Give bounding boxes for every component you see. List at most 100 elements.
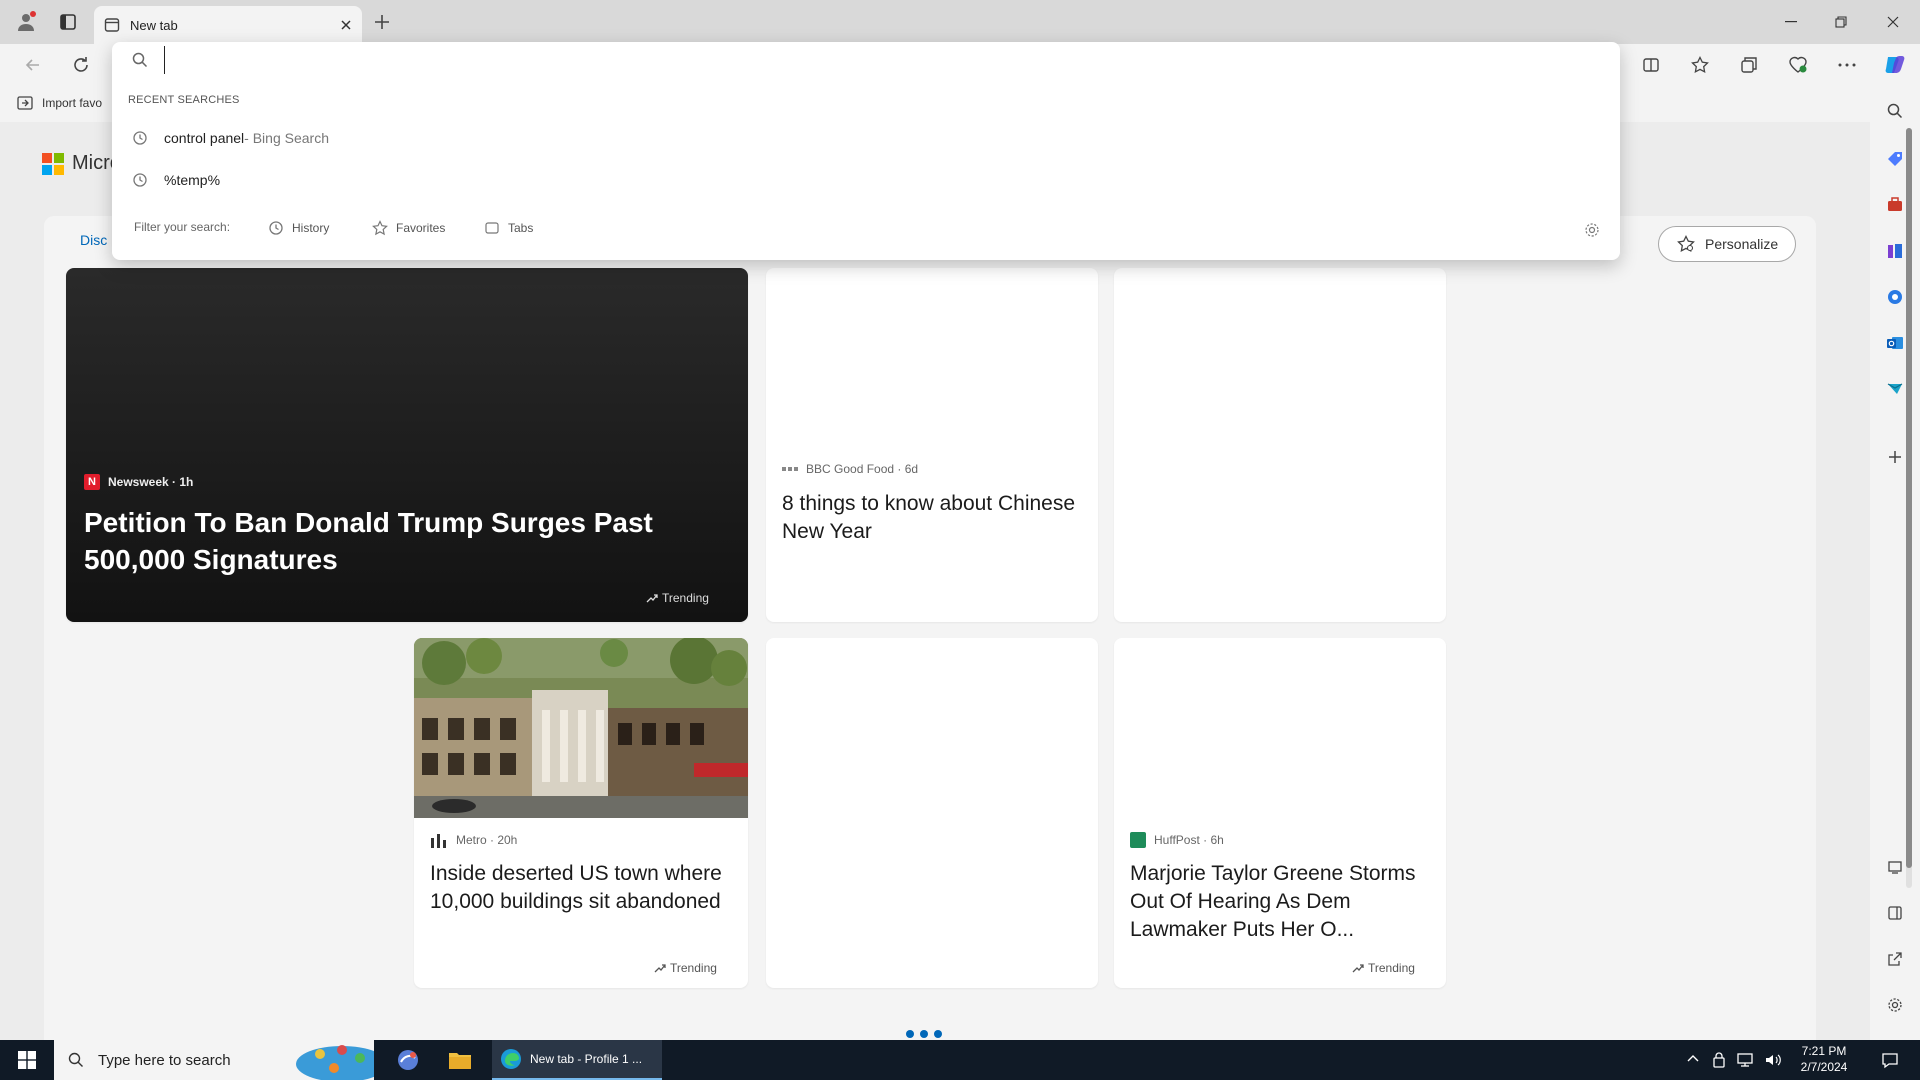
news-card-huffpost[interactable]: HuffPost · 6h Marjorie Taylor Greene Sto… — [1114, 638, 1446, 988]
recent-search-item[interactable]: %temp% — [112, 160, 1620, 200]
trending-badge: Trending — [654, 961, 717, 975]
file-explorer-icon[interactable] — [438, 1040, 482, 1080]
card-headline[interactable]: Inside deserted US town where 10,000 bui… — [430, 860, 730, 916]
collections-button[interactable] — [1734, 50, 1764, 80]
news-card-featured[interactable]: N Newsweek · 1h Petition To Ban Donald T… — [66, 268, 748, 622]
trending-badge: Trending — [646, 591, 709, 605]
tab-title: New tab — [130, 17, 178, 33]
browser-essentials-button[interactable] — [1783, 50, 1813, 80]
news-card-placeholder — [766, 638, 1098, 988]
filter-favorites[interactable]: Favorites — [372, 220, 445, 236]
start-button[interactable] — [0, 1040, 54, 1080]
taskbar-search-placeholder: Type here to search — [98, 1051, 231, 1069]
trending-icon — [654, 963, 666, 973]
loading-dots — [906, 1030, 942, 1038]
personalize-label: Personalize — [1705, 236, 1779, 252]
refresh-button[interactable] — [66, 50, 96, 80]
personalize-button[interactable]: Personalize — [1658, 226, 1796, 262]
card-headline[interactable]: Marjorie Taylor Greene Storms Out Of Hea… — [1130, 860, 1430, 944]
notifications-icon[interactable] — [1870, 1040, 1910, 1080]
card-headline[interactable]: Petition To Ban Donald Trump Surges Past… — [84, 504, 714, 578]
minimize-button[interactable] — [1768, 0, 1814, 44]
news-card-bbc[interactable]: BBC Good Food · 6d 8 things to know abou… — [766, 268, 1098, 622]
address-input[interactable] — [164, 46, 1564, 74]
search-icon — [132, 52, 148, 68]
scrollbar-thumb[interactable] — [1906, 128, 1912, 868]
history-icon — [268, 220, 284, 236]
recent-searches-header: RECENT SEARCHES — [128, 94, 240, 106]
huffpost-logo-icon — [1130, 832, 1146, 848]
add-sidebar-app-icon[interactable] — [1882, 444, 1908, 470]
microsoft-365-icon[interactable] — [1882, 284, 1908, 310]
card-source: HuffPost · 6h — [1130, 832, 1224, 848]
tab-new-tab[interactable]: New tab — [94, 6, 362, 44]
history-icon — [132, 130, 148, 146]
new-tab-button[interactable] — [368, 8, 396, 36]
star-icon — [372, 220, 388, 236]
favorites-button[interactable] — [1685, 50, 1715, 80]
external-link-icon[interactable] — [1882, 946, 1908, 972]
search-highlight-image — [290, 1040, 374, 1080]
chevron-up-icon[interactable] — [1686, 1052, 1700, 1066]
filter-history[interactable]: History — [268, 220, 329, 236]
screenshot-icon[interactable] — [1882, 854, 1908, 880]
clock-time: 7:21 PM — [1801, 1044, 1847, 1058]
news-card-metro[interactable]: Metro · 20h Inside deserted US town wher… — [414, 638, 748, 988]
card-image — [414, 638, 748, 818]
profile-icon[interactable] — [12, 8, 40, 36]
tab-discover[interactable]: Disc — [80, 232, 107, 248]
taskbar-search-box[interactable]: Type here to search — [54, 1040, 374, 1080]
recent-search-suffix: - Bing Search — [244, 130, 329, 146]
feed-panel: Disc Personalize N Newsweek · 1h Petitio… — [44, 216, 1816, 1040]
trending-badge: Trending — [1352, 961, 1415, 975]
filter-label: Filter your search: — [134, 220, 231, 234]
more-options-button[interactable] — [1832, 50, 1862, 80]
import-favorites-button[interactable]: Import favo — [16, 94, 102, 112]
split-screen-button[interactable] — [1636, 50, 1666, 80]
volume-icon[interactable] — [1764, 1052, 1782, 1068]
card-source: N Newsweek · 1h — [84, 474, 193, 490]
trending-icon — [646, 593, 658, 603]
outlook-icon[interactable] — [1882, 330, 1908, 356]
back-button[interactable] — [18, 50, 48, 80]
shopping-tag-icon[interactable] — [1882, 146, 1908, 172]
settings-gear-icon[interactable] — [1882, 992, 1908, 1018]
history-icon — [132, 172, 148, 188]
card-source: Metro · 20h — [430, 832, 517, 848]
clock-date: 2/7/2024 — [1800, 1060, 1848, 1074]
address-bar-dropdown: RECENT SEARCHES control panel - Bing Sea… — [112, 42, 1620, 260]
hide-sidebar-icon[interactable] — [1882, 900, 1908, 926]
close-tab-icon[interactable] — [340, 19, 352, 31]
taskbar-edge-window[interactable]: New tab - Profile 1 ... — [492, 1040, 662, 1080]
close-window-button[interactable] — [1870, 0, 1916, 44]
card-headline[interactable]: 8 things to know about Chinese New Year — [782, 490, 1082, 546]
microsoft-logo: Micro — [42, 152, 121, 175]
restore-button[interactable] — [1818, 0, 1864, 44]
edge-task-label: New tab - Profile 1 ... — [530, 1052, 643, 1066]
network-icon[interactable] — [1736, 1052, 1754, 1068]
page-icon — [104, 17, 120, 33]
personalize-icon — [1677, 235, 1695, 253]
import-favorites-label: Import favo — [42, 96, 103, 110]
taskbar-clock[interactable]: 7:21 PM 2/7/2024 — [1796, 1043, 1852, 1075]
vpn-icon[interactable] — [1712, 1052, 1726, 1068]
scrollbar-track[interactable] — [1906, 128, 1912, 888]
edge-icon — [500, 1048, 522, 1070]
news-card-placeholder — [1114, 268, 1446, 622]
recent-search-item[interactable]: control panel - Bing Search — [112, 118, 1620, 158]
tabs-icon — [484, 220, 500, 236]
copilot-button[interactable] — [1880, 50, 1910, 80]
chat-app-icon[interactable] — [386, 1040, 430, 1080]
search-icon — [68, 1052, 84, 1068]
search-icon[interactable] — [1882, 98, 1908, 124]
games-icon[interactable] — [1882, 238, 1908, 264]
drop-icon[interactable] — [1882, 376, 1908, 402]
card-source: BBC Good Food · 6d — [782, 462, 918, 476]
edge-sidebar — [1870, 84, 1920, 1040]
settings-gear-icon[interactable] — [1584, 222, 1600, 238]
tab-actions-icon[interactable] — [54, 8, 82, 36]
import-icon — [16, 94, 34, 112]
recent-search-query: control panel — [164, 130, 245, 146]
filter-tabs[interactable]: Tabs — [484, 220, 533, 236]
tools-icon[interactable] — [1882, 192, 1908, 218]
